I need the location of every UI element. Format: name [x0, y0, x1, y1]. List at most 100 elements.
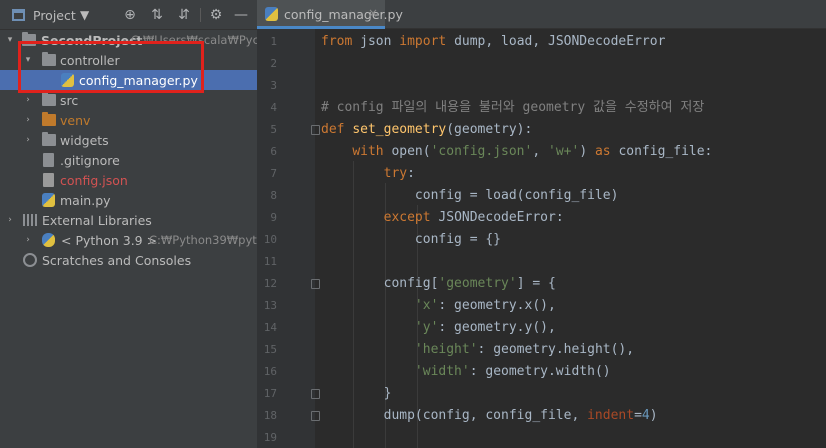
tree-item-widgets[interactable]: › widgets	[0, 130, 257, 150]
tree-item-venv[interactable]: › venv	[0, 110, 257, 130]
tree-item-external-libraries[interactable]: › External Libraries	[0, 210, 257, 230]
project-view-icon[interactable]	[12, 9, 25, 21]
chevron-down-icon[interactable]: ▼	[80, 0, 89, 30]
line-number: 15	[263, 343, 277, 356]
line-number: 3	[270, 79, 277, 92]
code-token: as	[594, 144, 611, 159]
code-token: JSONDecodeError:	[430, 210, 564, 225]
tab-config-manager[interactable]: config_manager.py ×	[257, 0, 403, 29]
code-token: :	[407, 166, 415, 181]
tree-item-label: venv	[60, 112, 91, 128]
code-line[interactable]: def set_geometry(geometry):	[321, 119, 532, 141]
chevron-right-icon[interactable]: ›	[22, 235, 34, 245]
tree-item-label: .gitignore	[60, 152, 120, 168]
collapse-all-icon[interactable]: ⇵	[175, 6, 193, 24]
tree-item-label: main.py	[60, 192, 111, 208]
chevron-down-icon[interactable]: ▾	[22, 55, 34, 65]
locate-icon[interactable]: ⊕	[121, 6, 139, 24]
line-number: 12	[263, 277, 277, 290]
panel-title[interactable]: Project	[33, 0, 76, 30]
code-line[interactable]: try:	[321, 163, 415, 185]
tree-item-label: < Python 3.9 >	[61, 232, 158, 248]
folder-icon	[42, 92, 56, 106]
project-path: C:₩Users₩scala₩Pycharm	[131, 33, 257, 47]
code-token: (geometry):	[446, 122, 533, 137]
code-area[interactable]: from json import dump, load, JSONDecodeE…	[315, 29, 826, 448]
code-line[interactable]: except JSONDecodeError:	[321, 207, 564, 229]
code-line[interactable]: 'x': geometry.x(),	[321, 295, 556, 317]
python-file-icon	[42, 193, 55, 207]
python-icon	[42, 233, 55, 247]
line-number: 1	[270, 35, 277, 48]
code-token: indent	[587, 408, 635, 423]
code-line[interactable]: }	[321, 383, 392, 405]
tree-item-config-manager[interactable]: config_manager.py	[0, 70, 257, 90]
code-line[interactable]: from json import dump, load, JSONDecodeE…	[321, 31, 665, 53]
code-token: : geometry.width()	[469, 364, 611, 379]
code-line[interactable]: config = {}	[321, 229, 501, 251]
code-line[interactable]: # config 파일의 내용을 불러와 geometry 값을 수정하여 저장	[321, 97, 704, 119]
tree-item-label: widgets	[60, 132, 109, 148]
code-token: config[	[321, 276, 439, 291]
line-number: 14	[263, 321, 277, 334]
code-token: dump, load, JSONDecodeError	[446, 34, 666, 49]
line-number: 11	[263, 255, 277, 268]
editor: config_manager.py × 1 2 3 4 5 6 7 8 9 10 11 12 13 14 1…	[257, 0, 826, 448]
tree-item-main-py[interactable]: main.py	[0, 190, 257, 210]
code-line[interactable]: 'y': geometry.y(),	[321, 317, 556, 339]
code-line[interactable]: 'width': geometry.width()	[321, 361, 611, 383]
code-token: except	[383, 210, 431, 225]
tree-item-scratches[interactable]: Scratches and Consoles	[0, 250, 257, 270]
tree-item-python-sdk[interactable]: › < Python 3.9 > C:₩Python39₩python	[0, 230, 257, 250]
code-token: ,	[532, 144, 548, 159]
code-token: )	[579, 144, 595, 159]
tree-item-label: External Libraries	[42, 212, 152, 228]
line-number: 5	[270, 123, 277, 136]
minimize-icon[interactable]: —	[232, 6, 250, 24]
code-token: 'width'	[414, 364, 470, 379]
line-number: 6	[270, 145, 277, 158]
code-token: config = {}	[321, 232, 502, 247]
code-token: set_geometry	[352, 122, 447, 137]
code-line[interactable]: 'height': geometry.height(),	[321, 339, 634, 361]
tree-item-src[interactable]: › src	[0, 90, 257, 110]
chevron-right-icon[interactable]: ›	[22, 115, 34, 125]
code-token: with	[352, 144, 384, 159]
tree-item-project-root[interactable]: ▾ SecondProject C:₩Users₩scala₩Pycharm	[0, 30, 257, 50]
code-token: ] = {	[516, 276, 556, 291]
toolbar-divider	[200, 8, 201, 22]
tree-item-controller[interactable]: ▾ controller	[0, 50, 257, 70]
chevron-right-icon[interactable]: ›	[4, 215, 16, 225]
line-number: 2	[270, 57, 277, 70]
close-icon[interactable]: ×	[368, 6, 378, 20]
gear-icon[interactable]: ⚙	[207, 6, 225, 24]
tree-item-gitignore[interactable]: .gitignore	[0, 150, 257, 170]
expand-all-icon[interactable]: ⇅	[148, 6, 166, 24]
code-token: import	[399, 34, 447, 49]
code-line[interactable]: config = load(config_file)	[321, 185, 619, 207]
project-panel: Project ▼ ⊕ ⇅ ⇵ ⚙ — ▾ SecondProject C:₩U…	[0, 0, 257, 448]
line-number: 19	[263, 431, 277, 444]
folder-icon	[42, 52, 56, 66]
code-token: : geometry.x(),	[438, 298, 556, 313]
code-line[interactable]: dump(config, config_file, indent=4)	[321, 405, 658, 427]
code-token: try	[383, 166, 408, 181]
code-token: }	[321, 386, 392, 401]
code-line[interactable]: with open('config.json', 'w+') as config…	[321, 141, 712, 163]
code-token: )	[649, 408, 658, 423]
chevron-right-icon[interactable]: ›	[22, 135, 34, 145]
python-file-icon	[265, 7, 278, 21]
tree-item-label: SecondProject	[41, 32, 143, 48]
code-token: 'y'	[414, 320, 439, 335]
chevron-right-icon[interactable]: ›	[22, 95, 34, 105]
code-token: 'height'	[414, 342, 478, 357]
line-number: 7	[270, 167, 277, 180]
json-file-icon	[43, 173, 54, 187]
chevron-down-icon[interactable]: ▾	[4, 35, 16, 45]
tree-item-config-json[interactable]: config.json	[0, 170, 257, 190]
code-line[interactable]: config['geometry'] = {	[321, 273, 556, 295]
tree-item-label: config.json	[60, 172, 128, 188]
